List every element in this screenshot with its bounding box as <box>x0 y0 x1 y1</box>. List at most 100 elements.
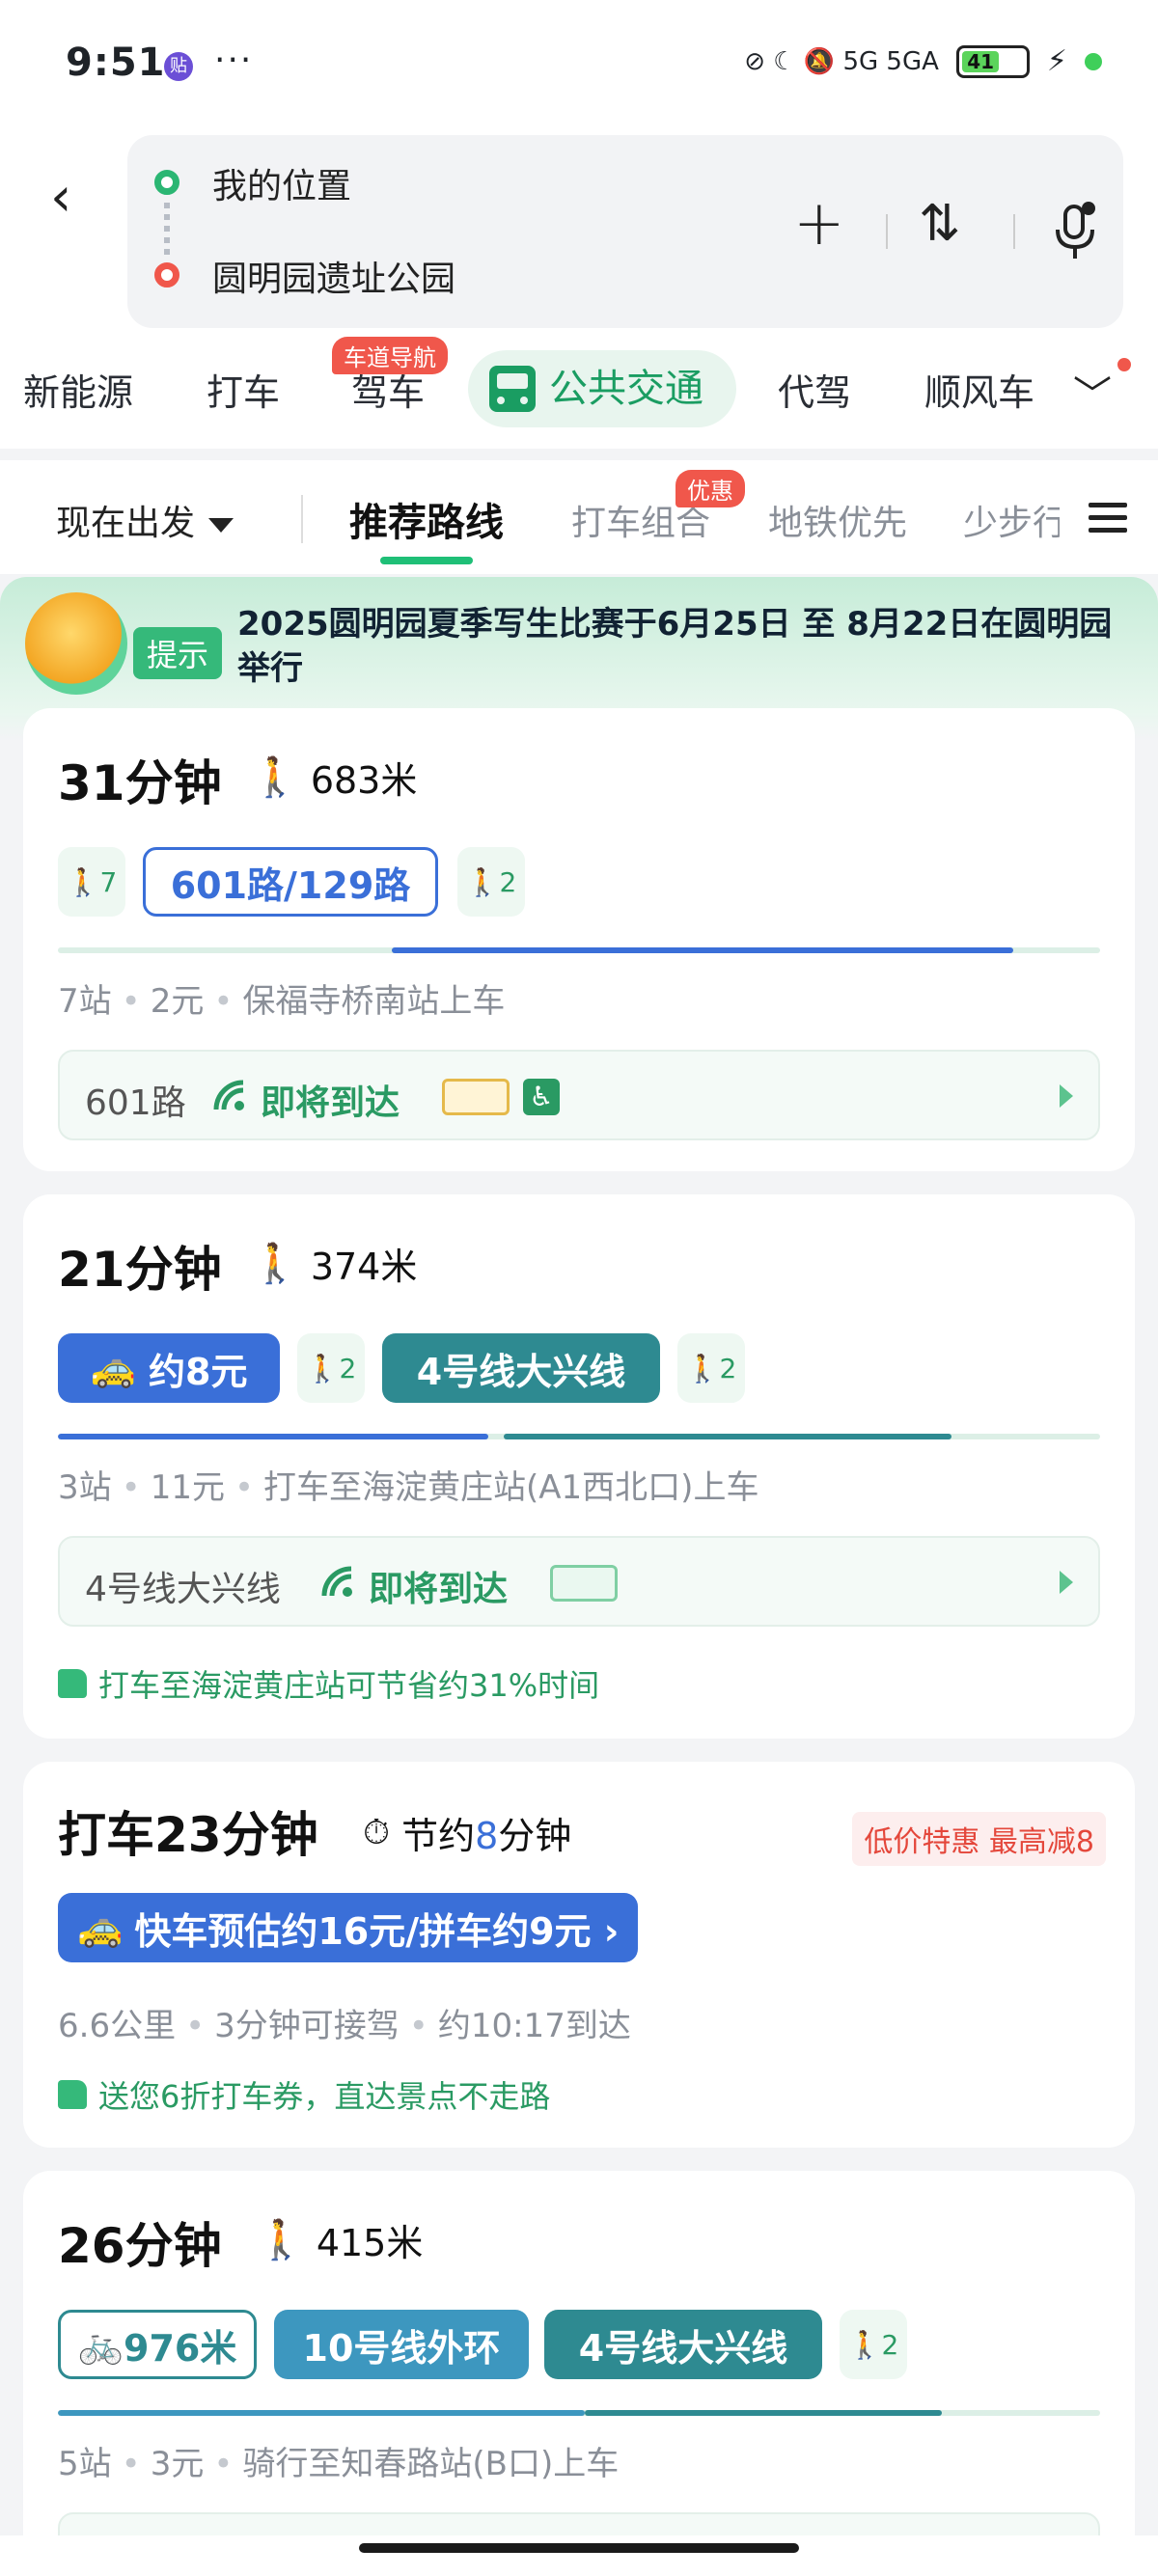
swap-route-button[interactable]: ⇅ <box>919 195 961 253</box>
notice-text: 2025圆明园夏季写生比赛于6月25日 至 8月22日在圆明园举行 <box>237 605 1113 688</box>
origin-field[interactable]: 我的位置 <box>212 158 351 208</box>
time-saved-text: 节约8分钟 <box>401 1806 571 1859</box>
tab-carpool[interactable]: 顺风车 <box>924 364 1034 422</box>
realtime-arrival-row[interactable]: 601路 即将到达 ♿ <box>58 1050 1100 1140</box>
stop-count: 3站 <box>58 1468 112 1507</box>
add-waypoint-button[interactable]: + <box>793 193 845 255</box>
route-input-box: 我的位置 圆明园遗址公园 + ⇅ <box>127 135 1123 328</box>
divider <box>301 495 303 543</box>
walking-distance-value: 415米 <box>316 2222 424 2264</box>
chevron-down-icon[interactable]: ﹀ <box>1073 364 1112 420</box>
bus-segment: 601路/129路 <box>143 847 438 917</box>
travel-mode-tabs: 新能源 打车 驾车 车道导航 公共交通 代驾 顺风车 ﹀ <box>0 337 1158 449</box>
departure-time-label: 现在出发 <box>56 504 196 543</box>
realtime-arrival-row[interactable]: 4号线大兴线 即将到达 <box>58 1536 1100 1627</box>
walking-distance: 🚶 374米 <box>251 1237 417 1290</box>
notice-tag: 提示 <box>133 627 223 679</box>
tab-recommended[interactable]: 推荐路线 <box>349 491 504 564</box>
crowding-icon <box>550 1565 618 1602</box>
realtime-arrival-row[interactable] <box>58 2512 1100 2535</box>
route-duration: 31分钟 <box>58 755 222 811</box>
walking-icon: 🚶 <box>251 755 299 800</box>
charging-icon: ⚡ <box>1046 44 1067 78</box>
taxi-estimate-label: 快车预估约16元/拼车约9元 › <box>134 1909 620 1953</box>
route-card[interactable]: 21分钟 🚶 374米 🚕 约8元 🚶 2 4号线大兴线 🚶 2 3站 • 11元 • 打车至… <box>23 1194 1135 1739</box>
walk-segment: 🚶 2 <box>457 847 525 917</box>
walking-distance: 🚶 683米 <box>251 751 417 804</box>
route-meta: 7站 • 2元 • 保福寺桥南站上车 <box>58 982 506 1021</box>
route-progress-bar <box>58 1434 1100 1439</box>
menu-icon[interactable] <box>1089 503 1127 534</box>
notice-banner[interactable]: 提示 2025圆明园夏季写生比赛于6月25日 至 8月22日在圆明园举行 <box>25 589 1135 700</box>
metro-segment: 4号线大兴线 <box>382 1333 660 1403</box>
distance: 6.6公里 <box>58 2007 177 2045</box>
origin-dot-icon <box>154 170 179 195</box>
bicycle-icon: 🚲 <box>77 2322 124 2366</box>
realtime-signal-icon <box>321 1566 352 1597</box>
destination-dot-icon <box>154 262 179 288</box>
dropdown-arrow-icon <box>208 517 234 533</box>
microphone-icon[interactable] <box>1054 201 1096 262</box>
walk-segment-minutes: 2 <box>881 2328 899 2361</box>
metro-segment: 4号线大兴线 <box>544 2310 822 2379</box>
discount-badge: 优惠 <box>676 470 745 507</box>
chevron-right-icon <box>1060 1571 1073 1594</box>
lane-navigation-badge: 车道导航 <box>332 337 448 374</box>
home-indicator[interactable] <box>359 2543 799 2553</box>
route-card[interactable]: 26分钟 🚶 415米 🚲 976米 10号线外环 4号线大兴线 🚶 2 5站 • 3元 •… <box>23 2171 1135 2535</box>
arrival-time: 约10:17到达 <box>437 2007 631 2045</box>
boarding-stop: 骑行至知春路站(B口)上车 <box>242 2445 620 2483</box>
walking-icon: 🚶 <box>251 1242 299 1286</box>
time-saved: ⏱ 节约8分钟 <box>363 1806 571 1859</box>
fare: 2元 <box>150 982 205 1021</box>
walking-distance: 🚶 415米 <box>257 2213 423 2266</box>
walking-distance-value: 374米 <box>310 1246 418 1288</box>
tab-designated-driver[interactable]: 代驾 <box>778 364 851 422</box>
walk-segment: 🚶 2 <box>297 1333 365 1403</box>
bike-segment: 🚲 976米 <box>58 2310 257 2379</box>
route-tip: 打车至海淀黄庄站可节省约31%时间 <box>58 1661 599 1706</box>
route-progress-bar <box>58 2410 1100 2416</box>
tab-less-walking[interactable]: 少步行 <box>963 495 1060 545</box>
fare: 11元 <box>150 1468 225 1507</box>
route-tip-text: 打车至海淀黄庄站可节省约31%时间 <box>98 1667 600 1704</box>
walking-distance-value: 683米 <box>310 759 418 802</box>
tab-public-transit-label: 公共交通 <box>549 367 703 411</box>
taxi-segment: 🚕 约8元 <box>58 1333 280 1403</box>
route-meta: 6.6公里 • 3分钟可接驾 • 约10:17到达 <box>58 2007 631 2045</box>
fare: 3元 <box>150 2445 205 2483</box>
walking-icon: 🚶 <box>257 2218 305 2262</box>
bottom-area <box>0 2535 1158 2576</box>
route-meta: 5站 • 3元 • 骑行至知春路站(B口)上车 <box>58 2445 620 2483</box>
departure-time-dropdown[interactable]: 现在出发 <box>56 495 234 545</box>
walk-segment-minutes: 7 <box>99 865 118 898</box>
battery-level: 41 <box>961 50 1000 73</box>
bus-icon <box>489 366 536 412</box>
destination-field[interactable]: 圆明园遗址公园 <box>212 251 455 301</box>
tab-taxi[interactable]: 打车 <box>207 364 280 422</box>
tab-subway-first[interactable]: 地铁优先 <box>768 495 907 545</box>
time-saved-number: 8 <box>475 1815 499 1857</box>
battery-icon: 41 <box>955 44 1030 78</box>
metro-segment: 10号线外环 <box>274 2310 529 2379</box>
chevron-right-icon <box>1060 1084 1073 1108</box>
taxi-icon: 🚕 <box>77 1905 124 1949</box>
stop-count: 5站 <box>58 2445 112 2483</box>
walk-segment-minutes: 2 <box>499 865 517 898</box>
status-indicator-icons: ⊘ ☾ 🔕 5G 5GA <box>744 46 939 76</box>
more-notifications-icon: ··· <box>214 41 254 80</box>
wheelchair-icon: ♿ <box>523 1079 560 1115</box>
thumbs-up-icon <box>58 1669 87 1698</box>
taxi-duration: 打车23分钟 <box>58 1807 318 1863</box>
stop-count: 7站 <box>58 982 112 1021</box>
tab-new-energy[interactable]: 新能源 <box>23 364 133 422</box>
tab-public-transit[interactable]: 公共交通 <box>468 350 736 427</box>
crowding-icon <box>442 1079 510 1115</box>
route-card[interactable]: 31分钟 🚶 683米 🚶 7 601路/129路 🚶 2 7站 • 2元 • 保福寺桥南站上… <box>23 708 1135 1171</box>
taxi-route-card[interactable]: 打车23分钟 ⏱ 节约8分钟 低价特惠 最高减8 🚕 快车预估约16元/拼车约9元… <box>23 1762 1135 2148</box>
back-arrow-icon[interactable]: ‹ <box>50 154 96 241</box>
thumbs-up-icon <box>58 2080 87 2109</box>
taxi-estimate-button[interactable]: 🚕 快车预估约16元/拼车约9元 › <box>58 1893 639 1962</box>
boarding-stop: 打车至海淀黄庄站(A1西北口)上车 <box>263 1468 759 1507</box>
arrival-line-name: 601路 <box>85 1083 186 1123</box>
